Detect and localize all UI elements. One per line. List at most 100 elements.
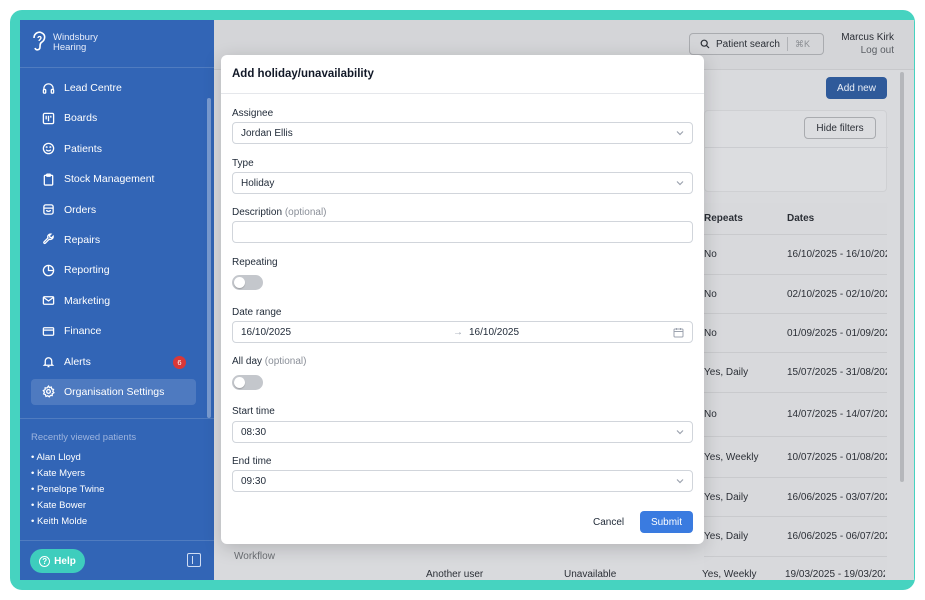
main-scrollbar[interactable] bbox=[900, 72, 904, 482]
ear-icon bbox=[30, 30, 48, 56]
cell-repeats: Yes, Weekly bbox=[702, 569, 757, 580]
all-day-label: All day (optional) bbox=[232, 356, 307, 367]
sidebar-item-lead-centre[interactable]: Lead Centre bbox=[31, 75, 196, 101]
assignee-label: Assignee bbox=[232, 108, 274, 119]
hide-filters-button[interactable]: Hide filters bbox=[804, 117, 876, 139]
bag-icon bbox=[41, 203, 55, 217]
sidebar-item-boards[interactable]: Boards bbox=[31, 105, 196, 131]
help-label: Help bbox=[54, 555, 76, 567]
envelope-icon bbox=[41, 294, 55, 308]
sidebar-item-stock-management[interactable]: Stock Management bbox=[31, 166, 196, 192]
sidebar-item-label: Alerts bbox=[64, 355, 91, 368]
date-start[interactable]: 16/10/2025 bbox=[241, 327, 291, 338]
table-header: Repeats Dates bbox=[704, 203, 887, 235]
submit-button[interactable]: Submit bbox=[640, 511, 693, 533]
search-icon bbox=[700, 39, 710, 49]
header-dates[interactable]: Dates bbox=[787, 213, 887, 224]
sidebar-item-label: Reporting bbox=[64, 264, 110, 277]
table-row[interactable]: No 01/09/2025 - 01/09/2025 bbox=[704, 314, 887, 353]
sidebar-scrollbar[interactable] bbox=[207, 98, 211, 418]
divider bbox=[20, 418, 214, 419]
sidebar-item-label: Marketing bbox=[64, 294, 111, 307]
optional-hint: (optional) bbox=[284, 207, 327, 218]
recent-patient-link[interactable]: • Penelope Twine bbox=[31, 482, 104, 498]
table-row[interactable]: Yes, Weekly 10/07/2025 - 01/08/2025 bbox=[704, 437, 887, 478]
table-row[interactable]: Yes, Daily 16/06/2025 - 03/07/2025 bbox=[704, 478, 887, 517]
sidebar-item-label: Boards bbox=[64, 112, 98, 125]
sidebar-item-patients[interactable]: Patients bbox=[31, 136, 196, 162]
logout-link[interactable]: Log out bbox=[841, 44, 894, 57]
chevron-down-icon bbox=[676, 428, 684, 436]
optional-hint: (optional) bbox=[264, 356, 307, 367]
calendar-icon bbox=[673, 328, 684, 338]
search-label: Patient search bbox=[716, 38, 780, 50]
end-time-label: End time bbox=[232, 456, 272, 467]
help-button[interactable]: ? Help bbox=[30, 549, 85, 573]
sidebar-item-alerts[interactable]: Alerts 6 bbox=[31, 349, 196, 375]
gear-icon bbox=[41, 385, 55, 399]
board-icon bbox=[41, 111, 55, 125]
repeating-toggle[interactable] bbox=[232, 275, 263, 290]
date-end[interactable]: 16/10/2025 bbox=[469, 327, 519, 338]
headset-icon bbox=[41, 81, 55, 95]
header-repeats[interactable]: Repeats bbox=[704, 213, 787, 224]
sidebar-item-label: Lead Centre bbox=[64, 82, 122, 94]
sidebar-item-organisation-settings[interactable]: Organisation Settings bbox=[31, 378, 196, 405]
recent-patients-title: Recently viewed patients bbox=[31, 432, 137, 443]
cancel-button[interactable]: Cancel bbox=[593, 517, 624, 528]
sidebar-item-label: Patients bbox=[64, 142, 102, 155]
end-time-select[interactable]: 09:30 bbox=[232, 470, 693, 492]
sidebar-item-repairs[interactable]: Repairs bbox=[31, 227, 196, 253]
description-input[interactable] bbox=[232, 221, 693, 243]
brand-logo[interactable]: Windsbury Hearing bbox=[30, 30, 98, 56]
recent-patient-link[interactable]: • Alan Lloyd bbox=[31, 450, 104, 466]
alerts-count-badge: 6 bbox=[173, 355, 186, 369]
cell-assignee: Another user bbox=[426, 569, 484, 580]
cell-dates: 19/03/2025 - 19/03/2025 bbox=[785, 569, 885, 580]
recent-patient-link[interactable]: • Kate Myers bbox=[31, 466, 104, 482]
date-range-label: Date range bbox=[232, 307, 282, 318]
sidebar-item-marketing[interactable]: Marketing bbox=[31, 288, 196, 314]
start-time-value: 08:30 bbox=[241, 426, 267, 438]
sidebar-item-label: Stock Management bbox=[64, 173, 155, 186]
question-icon: ? bbox=[39, 555, 51, 567]
type-label: Type bbox=[232, 158, 254, 169]
divider bbox=[20, 540, 214, 541]
type-select[interactable]: Holiday bbox=[232, 172, 693, 194]
table-row[interactable]: Yes, Daily 16/06/2025 - 06/07/2025 bbox=[704, 517, 887, 557]
sidebar-nav: Lead Centre Boards Patients Stock Manage… bbox=[31, 75, 196, 409]
sidebar-item-label: Orders bbox=[64, 203, 97, 216]
table-row[interactable]: Yes, Daily 15/07/2025 - 31/08/2025 bbox=[704, 353, 887, 393]
card-icon bbox=[41, 324, 55, 338]
table-row[interactable]: No 02/10/2025 - 02/10/2025 bbox=[704, 275, 887, 314]
assignee-value: Jordan Ellis bbox=[241, 127, 293, 139]
chevron-down-icon bbox=[676, 129, 684, 137]
add-new-button[interactable]: Add new bbox=[826, 77, 887, 99]
smiley-icon bbox=[41, 142, 55, 156]
recent-patient-link[interactable]: • Keith Molde bbox=[31, 514, 104, 530]
unavailability-table: Repeats Dates No 16/10/2025 - 16/10/2025 … bbox=[704, 203, 887, 580]
workflow-tab[interactable]: Workflow bbox=[234, 551, 275, 562]
description-label: Description (optional) bbox=[232, 207, 327, 218]
sidebar-item-label: Finance bbox=[64, 325, 102, 338]
sidebar-item-finance[interactable]: Finance bbox=[31, 318, 196, 344]
date-range-picker[interactable]: 16/10/2025 → 16/10/2025 bbox=[232, 321, 693, 343]
recent-patient-link[interactable]: • Kate Bower bbox=[31, 498, 104, 514]
collapse-sidebar-icon[interactable] bbox=[187, 553, 201, 567]
patient-search-button[interactable]: Patient search ⌘K bbox=[689, 33, 824, 55]
add-holiday-modal: Add holiday/unavailability Assignee Jord… bbox=[221, 55, 704, 544]
start-time-select[interactable]: 08:30 bbox=[232, 421, 693, 443]
bell-icon bbox=[41, 355, 55, 369]
all-day-toggle[interactable] bbox=[232, 375, 263, 390]
table-row[interactable]: Another user Unavailable Yes, Weekly 19/… bbox=[426, 569, 896, 580]
sidebar-item-label: Organisation Settings bbox=[64, 385, 165, 398]
sidebar: Windsbury Hearing Lead Centre Boards Pat… bbox=[20, 20, 214, 580]
brand-line2: Hearing bbox=[53, 42, 87, 53]
recent-patients-list: • Alan Lloyd • Kate Myers • Penelope Twi… bbox=[31, 450, 104, 530]
sidebar-item-reporting[interactable]: Reporting bbox=[31, 257, 196, 283]
search-shortcut: ⌘K bbox=[794, 38, 810, 49]
table-row[interactable]: No 16/10/2025 - 16/10/2025 bbox=[704, 235, 887, 275]
table-row[interactable]: No 14/07/2025 - 14/07/2025 bbox=[704, 393, 887, 437]
assignee-select[interactable]: Jordan Ellis bbox=[232, 122, 693, 144]
sidebar-item-orders[interactable]: Orders bbox=[31, 197, 196, 223]
